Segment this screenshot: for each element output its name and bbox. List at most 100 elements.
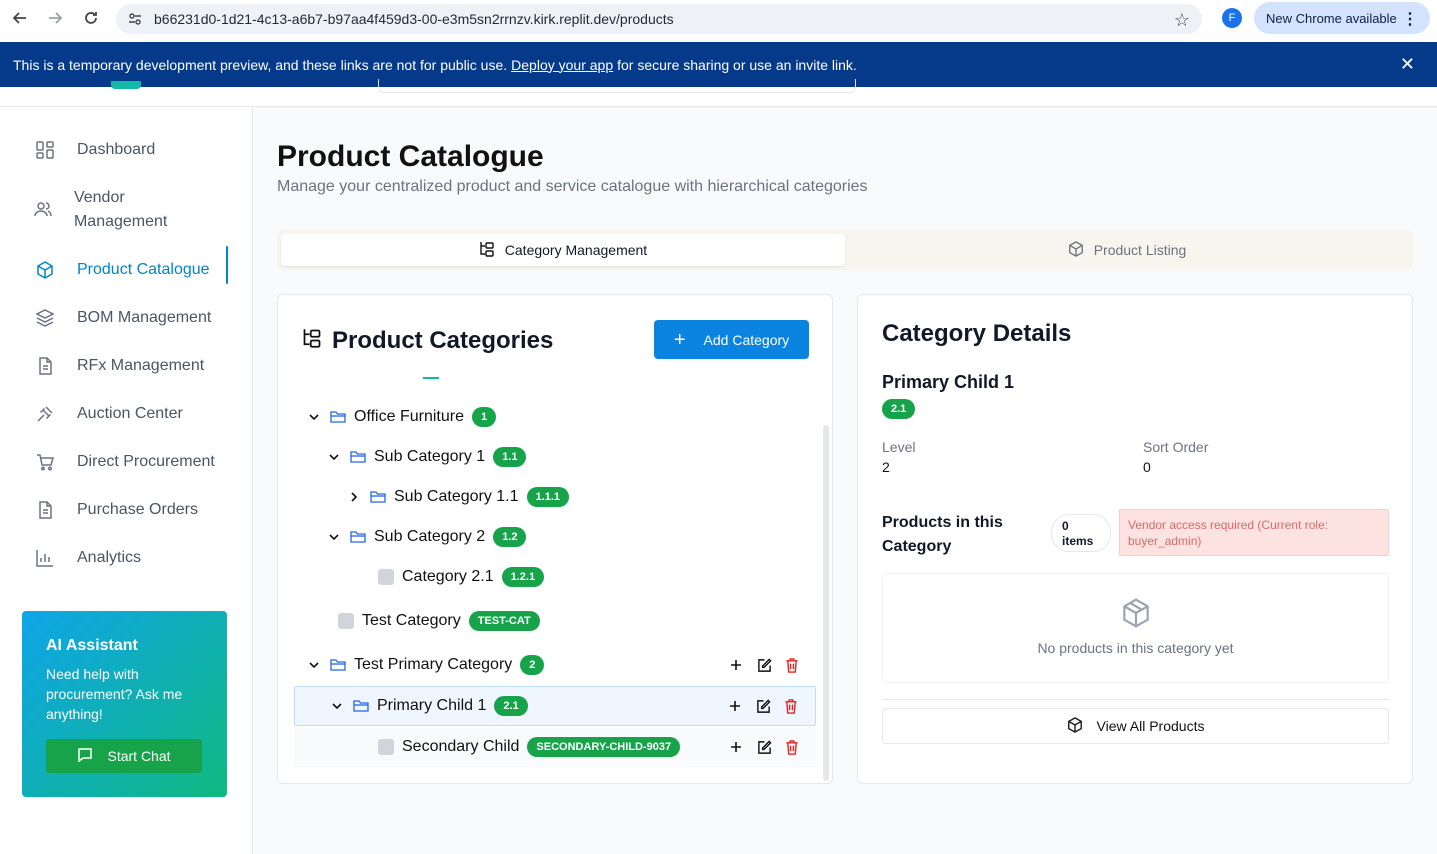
sidebar-item-direct-procurement[interactable]: Direct Procurement bbox=[22, 450, 228, 474]
level-label: Level bbox=[882, 439, 916, 455]
chrome-update-label: New Chrome available bbox=[1266, 10, 1397, 26]
trash-icon[interactable] bbox=[783, 698, 799, 714]
cart-icon bbox=[34, 451, 56, 473]
tree-icon bbox=[479, 241, 495, 260]
tree-row[interactable]: Category 2.1 1.2.1 bbox=[294, 557, 816, 597]
folder-icon bbox=[370, 489, 386, 505]
sidebar-item-label: Dashboard bbox=[77, 141, 156, 158]
sidebar-item-vendor-management[interactable]: Vendor Management bbox=[22, 186, 202, 234]
folder-open-icon bbox=[350, 449, 366, 465]
site-info-icon[interactable] bbox=[128, 12, 142, 31]
tree-row[interactable]: Test Primary Category 2 bbox=[294, 645, 816, 685]
tree-row[interactable]: Sub Category 2 1.2 bbox=[294, 517, 816, 557]
back-icon[interactable] bbox=[8, 6, 32, 30]
tab-product-listing[interactable]: Product Listing bbox=[845, 234, 1409, 266]
chevron-down-icon[interactable] bbox=[306, 657, 322, 673]
sidebar-item-label: Auction Center bbox=[77, 405, 183, 422]
leaf-icon bbox=[378, 739, 394, 755]
tree-scrollbar[interactable] bbox=[823, 425, 829, 781]
browser-toolbar: b66231d0-1d21-4c13-a6b7-b97aa4f459d3-00-… bbox=[0, 0, 1437, 42]
url-text: b66231d0-1d21-4c13-a6b7-b97aa4f459d3-00-… bbox=[154, 11, 674, 27]
chevron-down-icon[interactable] bbox=[326, 529, 342, 545]
sidebar-item-auction-center[interactable]: Auction Center bbox=[22, 402, 228, 426]
sidebar-item-rfx-management[interactable]: RFx Management bbox=[22, 354, 228, 378]
chrome-update-button[interactable]: New Chrome available ⋮ bbox=[1254, 2, 1430, 34]
deploy-link[interactable]: Deploy your app bbox=[511, 57, 613, 73]
category-details-card: Category Details Primary Child 1 2.1 Lev… bbox=[857, 294, 1413, 784]
sidebar-item-label: RFx Management bbox=[77, 357, 205, 374]
sidebar-item-purchase-orders[interactable]: Purchase Orders bbox=[22, 498, 228, 522]
plus-icon[interactable] bbox=[728, 739, 744, 755]
add-category-button[interactable]: + Add Category bbox=[654, 320, 809, 359]
tab-label: Category Management bbox=[504, 242, 648, 258]
sidebar-item-bom-management[interactable]: BOM Management bbox=[22, 306, 228, 330]
folder-open-icon bbox=[350, 529, 366, 545]
close-icon[interactable]: ✕ bbox=[1400, 54, 1415, 75]
category-name: Test Category bbox=[362, 612, 461, 629]
sidebar-item-product-catalogue[interactable]: Product Catalogue bbox=[22, 246, 228, 284]
package-icon bbox=[1067, 716, 1083, 736]
category-code-badge: 1.1 bbox=[493, 447, 527, 467]
category-name: Sub Category 1.1 bbox=[394, 488, 519, 505]
category-name: Category 2.1 bbox=[402, 568, 494, 585]
category-name: Sub Category 2 bbox=[374, 528, 486, 545]
category-name: Primary Child 1 bbox=[377, 697, 487, 714]
category-name: Sub Category 1 bbox=[374, 448, 486, 465]
chevron-right-icon[interactable] bbox=[346, 489, 362, 505]
plus-icon[interactable] bbox=[728, 657, 744, 673]
category-code-badge: 1.1.1 bbox=[526, 487, 569, 507]
chevron-down-icon[interactable] bbox=[306, 409, 322, 425]
chevron-down-icon[interactable] bbox=[326, 449, 342, 465]
tree-row[interactable]: Test Category TEST-CAT bbox=[294, 601, 816, 641]
tree-row[interactable]: Sub Category 1 1.1 bbox=[294, 437, 816, 477]
tree-row[interactable]: Office Furniture 1 bbox=[294, 397, 816, 437]
dashboard-icon bbox=[34, 139, 56, 161]
start-chat-button[interactable]: Start Chat bbox=[46, 739, 202, 773]
menu-dots-icon[interactable]: ⋮ bbox=[1402, 9, 1418, 29]
tree-row[interactable]: Secondary Child SECONDARY-CHILD-9037 bbox=[294, 727, 816, 767]
view-all-products-button[interactable]: View All Products bbox=[882, 708, 1389, 744]
vendor-access-alert: Vendor access required (Current role: bu… bbox=[1119, 509, 1389, 556]
plus-icon[interactable] bbox=[727, 698, 743, 714]
trash-icon[interactable] bbox=[784, 739, 800, 755]
edit-icon[interactable] bbox=[755, 698, 771, 714]
forward-icon[interactable] bbox=[43, 6, 67, 30]
bar-chart-icon bbox=[34, 547, 56, 569]
sidebar-item-label: Vendor Management bbox=[73, 189, 168, 230]
sidebar-item-dashboard[interactable]: Dashboard bbox=[22, 138, 228, 162]
empty-state-text: No products in this category yet bbox=[1037, 640, 1234, 656]
tab-category-management[interactable]: Category Management bbox=[281, 234, 845, 266]
sidebar: Dashboard Vendor Management Product Cata… bbox=[0, 107, 253, 854]
category-code-badge: SECONDARY-CHILD-9037 bbox=[527, 737, 681, 757]
page-title: Product Catalogue bbox=[277, 140, 544, 173]
scroll-fade-line bbox=[423, 377, 439, 379]
edit-icon[interactable] bbox=[756, 739, 772, 755]
divider bbox=[882, 699, 1389, 700]
app-header bbox=[0, 79, 1437, 107]
bookmark-star-icon[interactable]: ☆ bbox=[1174, 10, 1190, 31]
package-icon bbox=[1068, 240, 1084, 260]
category-code-badge: 1.2.1 bbox=[501, 567, 545, 587]
tree-row-selected[interactable]: Primary Child 1 2.1 bbox=[294, 686, 816, 726]
sidebar-item-analytics[interactable]: Analytics bbox=[22, 546, 228, 570]
sidebar-item-label: Purchase Orders bbox=[77, 501, 198, 518]
address-bar[interactable]: b66231d0-1d21-4c13-a6b7-b97aa4f459d3-00-… bbox=[116, 4, 1202, 34]
add-category-label: Add Category bbox=[703, 331, 790, 348]
sidebar-item-label: Analytics bbox=[77, 549, 142, 566]
selected-category-badge-wrap: 2.1 bbox=[882, 399, 916, 419]
tree-row[interactable]: Sub Category 1.1 1.1.1 bbox=[294, 477, 816, 517]
profile-avatar[interactable]: F bbox=[1222, 8, 1242, 28]
category-tree: Office Furniture 1 Sub Category 1 1.1 Su… bbox=[294, 375, 818, 781]
category-code-badge: TEST-CAT bbox=[468, 611, 540, 631]
chevron-down-icon[interactable] bbox=[329, 698, 345, 714]
reload-icon[interactable] bbox=[79, 6, 103, 30]
row-actions bbox=[728, 657, 800, 673]
product-categories-card: Product Categories + Add Category Office… bbox=[277, 294, 833, 784]
ai-assistant-title: AI Assistant bbox=[46, 637, 138, 654]
edit-icon[interactable] bbox=[756, 657, 772, 673]
category-code-badge: 2.1 bbox=[882, 399, 916, 419]
search-input[interactable] bbox=[378, 79, 856, 93]
leaf-icon bbox=[338, 613, 354, 629]
category-code-badge: 1.2 bbox=[493, 527, 527, 547]
trash-icon[interactable] bbox=[784, 657, 800, 673]
